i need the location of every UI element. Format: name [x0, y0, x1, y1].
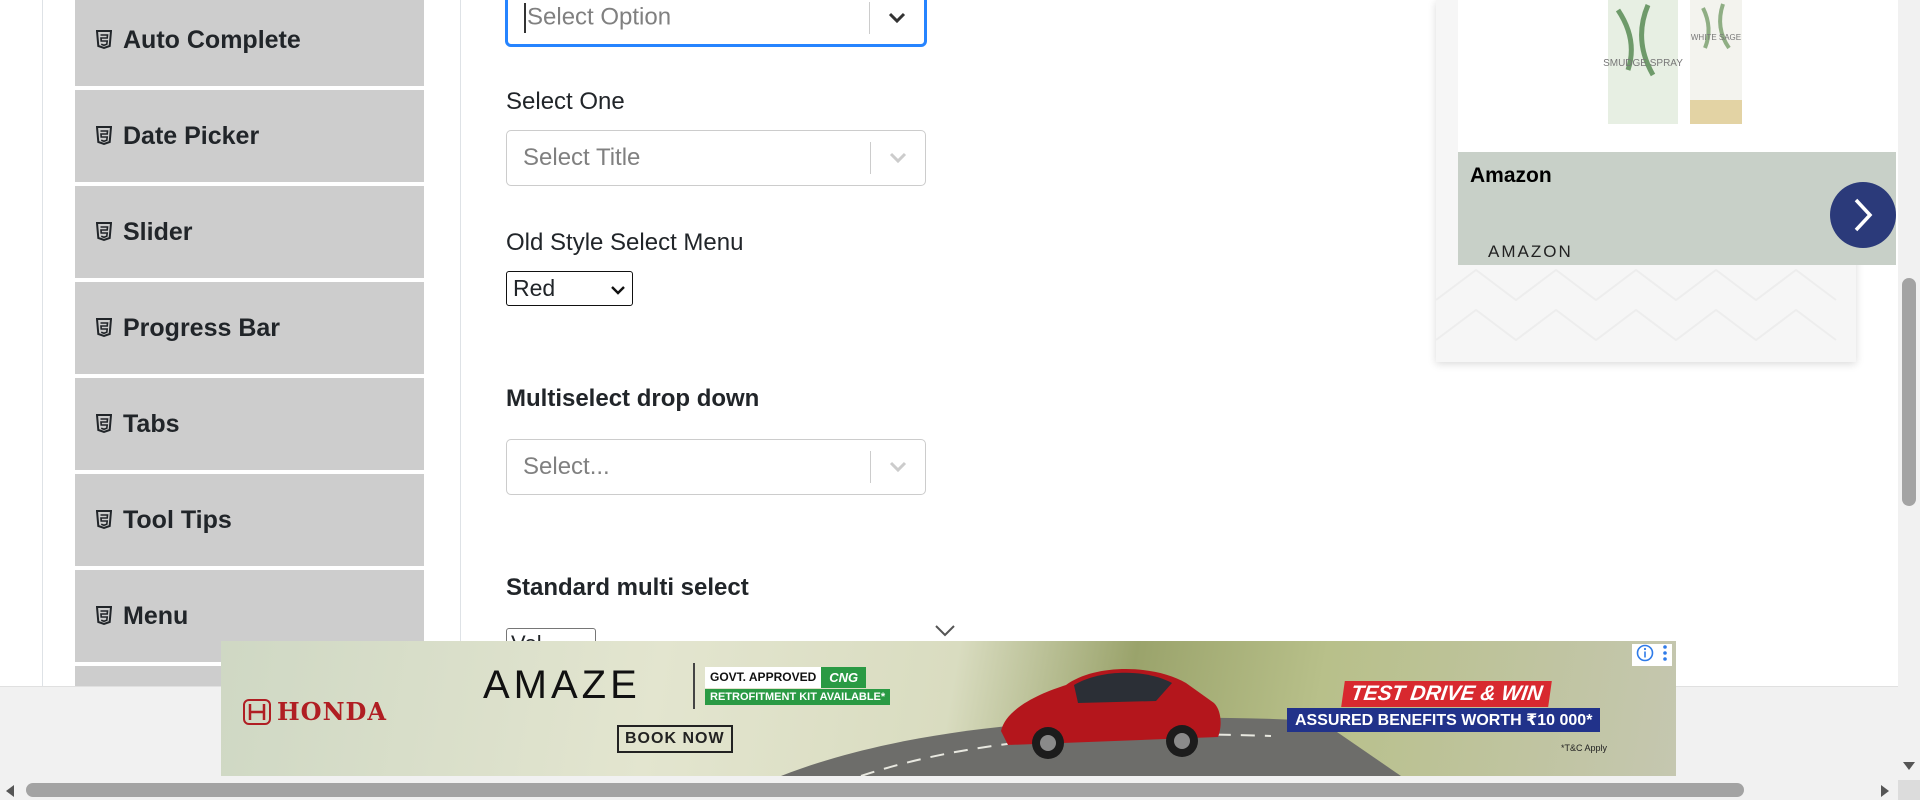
- html5-icon: [95, 222, 113, 242]
- cng-badge-cng: CNG: [821, 667, 867, 688]
- scroll-left-arrow-icon[interactable]: [5, 784, 15, 803]
- chevron-down-icon: [610, 275, 626, 302]
- car-image: [1001, 669, 1221, 759]
- sidebar-item-auto-complete[interactable]: Auto Complete: [75, 0, 424, 88]
- honda-ad-banner[interactable]: HONDA AMAZE GOVT. APPROVED CNG RETROFITM…: [221, 641, 1676, 776]
- standard-multi-select-heading: Standard multi select: [506, 574, 749, 601]
- multiselect-heading: Multiselect drop down: [506, 385, 760, 412]
- sidebar-item-date-picker[interactable]: Date Picker: [75, 90, 424, 184]
- vertical-scrollbar-thumb[interactable]: [1902, 278, 1916, 506]
- banner-headline: TEST DRIVE & WIN: [1349, 682, 1545, 705]
- html5-icon: [95, 126, 113, 146]
- horizontal-scrollbar-thumb[interactable]: [26, 783, 1744, 797]
- sidebar-item-label: Date Picker: [123, 121, 260, 150]
- banner-subline-box: ASSURED BENEFITS WORTH ₹10 000*: [1287, 708, 1601, 732]
- book-now-button[interactable]: BOOK NOW: [617, 725, 733, 753]
- sidebar-item-tabs[interactable]: Tabs: [75, 378, 424, 472]
- ad-info-panel[interactable]: Amazon AMAZON: [1458, 152, 1896, 265]
- old-style-select[interactable]: Red: [506, 271, 633, 306]
- html5-icon: [95, 414, 113, 434]
- info-icon[interactable]: [1636, 644, 1654, 667]
- ad-product-image[interactable]: SMUDGE SPRAY WHITE SAGE: [1458, 0, 1896, 152]
- sidebar-divider-left: [42, 0, 43, 686]
- ad-product-name: Amazon: [1470, 164, 1552, 187]
- banner-subline: ASSURED BENEFITS WORTH ₹10 000*: [1295, 712, 1593, 729]
- honda-logo: HONDA: [243, 697, 387, 726]
- cng-badge-bottom: RETROFITMENT KIT AVAILABLE*: [705, 689, 891, 705]
- chevron-right-icon[interactable]: [1830, 182, 1896, 248]
- ad-product-label-smudge: SMUDGE SPRAY: [1603, 58, 1683, 69]
- ad-product-label-sage: WHITE SAGE: [1691, 33, 1741, 42]
- banner-model: AMAZE: [483, 663, 641, 707]
- scroll-down-arrow-icon[interactable]: [1902, 758, 1916, 776]
- more-options-icon[interactable]: [1662, 644, 1668, 667]
- sidebar: Auto Complete Date Picker Slider Progres…: [75, 0, 424, 686]
- book-now-label: BOOK NOW: [625, 730, 725, 747]
- banner-headline-box: TEST DRIVE & WIN: [1341, 681, 1553, 707]
- sidebar-divider-right: [460, 0, 461, 686]
- sidebar-item-label: Progress Bar: [123, 313, 281, 342]
- chevron-down-icon[interactable]: [871, 460, 925, 474]
- html5-icon: [95, 318, 113, 338]
- old-style-select-label: Old Style Select Menu: [506, 229, 744, 256]
- text-caret: [524, 3, 526, 33]
- sidebar-item-progress-bar[interactable]: Progress Bar: [75, 282, 424, 376]
- select-one-label: Select One: [506, 88, 625, 115]
- cng-badge-top: GOVT. APPROVED: [705, 667, 822, 688]
- sidebar-item-label: Auto Complete: [123, 25, 301, 54]
- multiselect-placeholder: Select...: [523, 453, 610, 480]
- cng-badge: GOVT. APPROVED CNG RETROFITMENT KIT AVAI…: [705, 667, 891, 705]
- select-one-placeholder: Select Title: [523, 144, 641, 171]
- html5-icon: [95, 606, 113, 626]
- sidebar-item-label: Menu: [123, 601, 189, 630]
- multiselect-dropdown[interactable]: Select...: [506, 439, 926, 495]
- chevron-down-icon[interactable]: [870, 11, 924, 25]
- sidebar-item-slider[interactable]: Slider: [75, 186, 424, 280]
- html5-icon: [95, 30, 113, 50]
- html5-icon: [95, 510, 113, 530]
- honda-brand: HONDA: [277, 697, 387, 726]
- sidebar-item-tool-tips[interactable]: Tool Tips: [75, 474, 424, 568]
- select-value-dropdown[interactable]: Select Option: [506, 0, 926, 46]
- sidebar-item-label: Tool Tips: [123, 505, 232, 534]
- ad-brand: AMAZON: [1488, 242, 1573, 261]
- sidebar-item-label: Slider: [123, 217, 193, 246]
- old-style-select-value: Red: [513, 275, 556, 301]
- scrollbar-corner: [1898, 780, 1920, 800]
- banner-divider: [693, 663, 695, 709]
- ad-choices-icons[interactable]: [1632, 644, 1672, 666]
- sidebar-item-label: Tabs: [123, 409, 180, 438]
- select-one-dropdown[interactable]: Select Title: [506, 130, 926, 186]
- select-value-placeholder: Select Option: [527, 3, 672, 31]
- chevron-down-icon[interactable]: [871, 151, 925, 165]
- scroll-right-arrow-icon[interactable]: [1880, 784, 1890, 803]
- banner-fine-print: *T&C Apply: [1561, 743, 1608, 753]
